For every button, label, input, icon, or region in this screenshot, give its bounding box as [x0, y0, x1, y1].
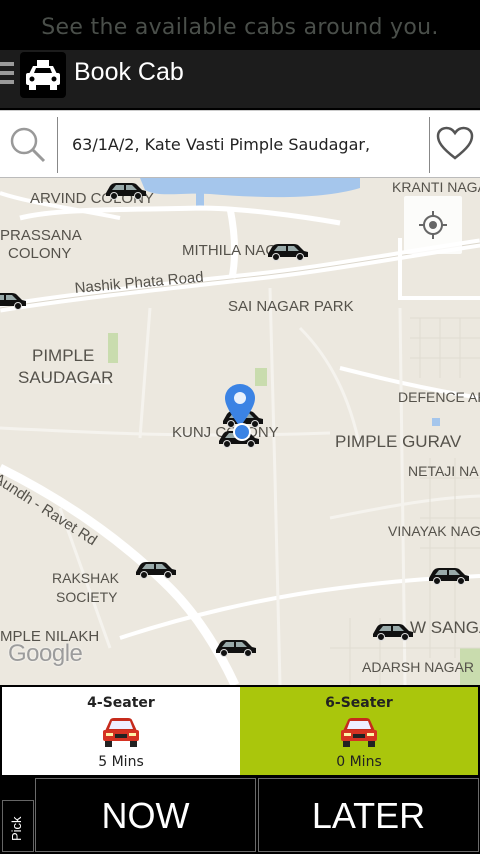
my-location-icon	[419, 211, 447, 239]
map-label: PIMPLE	[32, 346, 95, 365]
search-icon[interactable]	[8, 125, 48, 165]
map-label: COLONY	[8, 245, 72, 262]
address-field[interactable]: 63/1A/2, Kate Vasti Pimple Saudagar,	[72, 135, 370, 154]
booking-actions: Pick NOW LATER	[0, 776, 480, 854]
my-location-button[interactable]	[404, 196, 462, 254]
map-label: SAUDAGAR	[18, 368, 114, 387]
car-icon[interactable]	[214, 637, 258, 657]
car-icon[interactable]	[134, 559, 178, 579]
now-button[interactable]: NOW	[35, 778, 256, 852]
divider	[429, 117, 430, 173]
car-icon[interactable]	[371, 621, 415, 641]
pick-text: Pick	[9, 816, 24, 841]
page-title: Book Cab	[74, 58, 184, 86]
app-bar: Book Cab	[0, 50, 480, 108]
seat-eta: 0 Mins	[336, 754, 382, 770]
map-label: RAKSHAK	[52, 570, 119, 586]
seat-name: 6-Seater	[325, 695, 393, 711]
map-label: VINAYAK NAG	[388, 523, 480, 539]
map-label: NETAJI NA	[408, 463, 479, 479]
current-location-dot	[233, 423, 251, 441]
car-icon[interactable]	[266, 241, 310, 261]
map-label: SOCIETY	[56, 589, 118, 605]
car-icon[interactable]	[104, 180, 148, 200]
seat-option-6-seater[interactable]: 6-Seater 0 Mins	[240, 687, 478, 775]
map-label: ADARSH NAGAR	[362, 659, 475, 675]
google-logo: Google	[8, 640, 83, 667]
seat-name: 4-Seater	[87, 695, 155, 711]
search-bar: 63/1A/2, Kate Vasti Pimple Saudagar,	[0, 110, 480, 178]
map-label: PRASSANA	[0, 227, 82, 244]
heart-icon[interactable]	[436, 125, 474, 163]
menu-icon[interactable]	[0, 62, 14, 88]
car-icon[interactable]	[427, 565, 471, 585]
map-label: PIMPLE GURAV	[335, 432, 462, 451]
later-button[interactable]: LATER	[258, 778, 479, 852]
vehicle-type-selector: 4-Seater 5 Mins 6-Seater 0 Mins	[0, 686, 480, 776]
hint-text: See the available cabs around you.	[0, 0, 480, 50]
map-label: SAI NAGAR PARK	[228, 298, 354, 315]
map-label: KRANTI NAGA	[392, 179, 480, 195]
map-view[interactable]: ARVIND COLONY KRANTI NAGA PRASSANA COLON…	[0, 178, 480, 685]
pick-label: Pick	[2, 800, 34, 852]
seat-eta: 5 Mins	[98, 754, 144, 770]
map-label: W SANGA	[410, 618, 480, 637]
map-label: DEFENCE AR	[398, 389, 480, 405]
car-icon	[341, 718, 377, 747]
car-icon[interactable]	[0, 290, 28, 310]
taxi-icon	[20, 52, 66, 98]
car-icon	[103, 718, 139, 747]
divider	[57, 117, 58, 173]
seat-option-4-seater[interactable]: 4-Seater 5 Mins	[2, 687, 240, 775]
